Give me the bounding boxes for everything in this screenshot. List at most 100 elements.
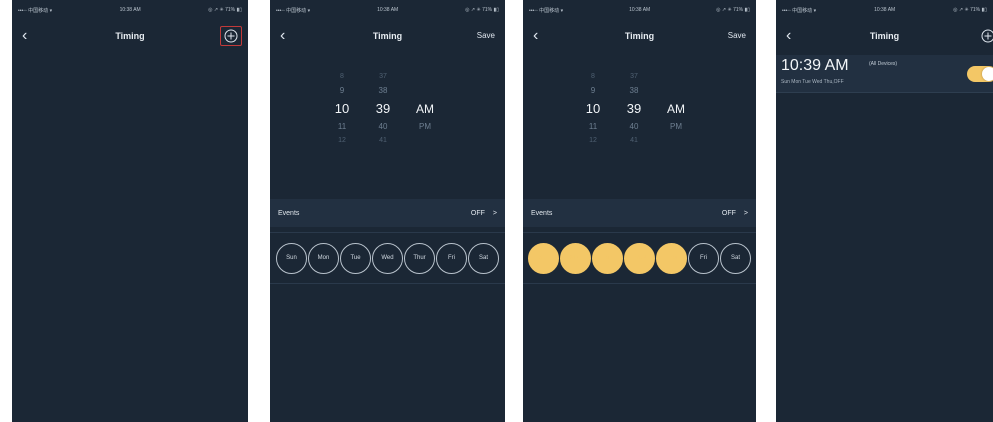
save-button[interactable]: Save — [477, 31, 495, 40]
carrier-label: •••◦◦ 中国移动 ▾ — [276, 7, 311, 14]
minute-option: 40 — [629, 122, 639, 131]
day-toggle-tue[interactable]: Tue — [592, 242, 623, 274]
chevron-right-icon: > — [492, 209, 497, 217]
minute-wheel[interactable]: 37 38 39 40 41 — [619, 70, 649, 148]
events-value: OFF — [721, 209, 736, 217]
page-title: Timing — [115, 31, 145, 41]
ampm-option: PM — [419, 122, 431, 131]
minute-option: 37 — [379, 73, 387, 80]
battery-label: ◎ ↗ ✳ 71% ▮▯ — [716, 7, 750, 13]
hour-option: 9 — [590, 86, 596, 95]
page-title: Timing — [624, 31, 655, 41]
minute-option: 38 — [629, 86, 639, 95]
carrier-label: •••◦◦ 中国移动 ▾ — [782, 7, 817, 14]
day-toggle-fri[interactable]: Fri — [688, 242, 719, 274]
minute-option: 41 — [379, 137, 387, 144]
ampm-wheel[interactable]: AM PM — [661, 98, 691, 134]
minute-option: 38 — [378, 86, 388, 95]
ampm-selected: AM — [416, 102, 434, 116]
screen-timing-edit-days: •••◦◦ 中国移动 ▾ 10:38 AM ◎ ↗ ✳ 71% ▮▯ ‹ Tim… — [523, 0, 756, 422]
carrier-label: •••◦◦ 中国移动 ▾ — [18, 7, 53, 14]
back-chevron-icon[interactable]: ‹ — [786, 26, 791, 46]
minute-option: 40 — [378, 122, 388, 131]
screen-timing-empty: •••◦◦ 中国移动 ▾ 10:38 AM ◎ ↗ ✳ 71% ▮▯ ‹ Tim… — [12, 0, 248, 422]
battery-label: ◎ ↗ ✳ 71% ▮▯ — [465, 7, 499, 13]
minute-wheel[interactable]: 37 38 39 40 41 — [368, 70, 398, 148]
status-bar: •••◦◦ 中国移动 ▾ 10:38 AM ◎ ↗ ✳ 71% ▮▯ — [12, 0, 248, 20]
timer-summary: Sun Mon Tue Wed Thu,OFF — [781, 79, 844, 85]
nav-bar: ‹ Timing Save — [270, 22, 505, 50]
day-toggle-wed[interactable]: Wed — [372, 242, 403, 274]
day-toggle-sun[interactable]: Sun — [528, 242, 559, 274]
events-value: OFF — [470, 209, 485, 217]
status-time: 10:38 AM — [874, 7, 896, 13]
page-title: Timing — [869, 31, 900, 41]
day-toggle-sat[interactable]: Sat — [468, 242, 499, 274]
day-toggle-fri[interactable]: Fri — [436, 242, 467, 274]
status-time: 10:38 AM — [119, 7, 141, 13]
day-toggle-mon[interactable]: Mon — [308, 242, 339, 274]
hour-selected: 10 — [585, 101, 601, 116]
hour-option: 8 — [340, 73, 344, 80]
timer-list-item[interactable]: 10:39 AM (All Devices) Sun Mon Tue Wed T… — [776, 55, 993, 93]
plus-circle-icon — [981, 29, 993, 43]
status-bar: •••◦◦ 中国移动 ▾ 10:38 AM ◎ ↗ ✳ 71% ▮▯ — [270, 0, 505, 20]
carrier-label: •••◦◦ 中国移动 ▾ — [529, 7, 564, 14]
hour-option: 12 — [589, 137, 597, 144]
ampm-wheel[interactable]: AM PM — [410, 98, 440, 134]
hour-option: 11 — [337, 122, 347, 131]
timer-enable-toggle[interactable] — [967, 66, 993, 82]
status-time: 10:38 AM — [377, 7, 399, 13]
minute-selected: 39 — [375, 101, 391, 116]
hour-option: 9 — [339, 86, 345, 95]
weekday-selector: Sun Mon Tue Wed Thur Fri Sat — [523, 232, 756, 284]
add-timer-button[interactable] — [977, 26, 993, 46]
ampm-selected: AM — [667, 102, 685, 116]
events-label: Events — [278, 209, 300, 217]
minute-selected: 39 — [626, 101, 642, 116]
save-button[interactable]: Save — [728, 31, 746, 40]
weekday-selector: Sun Mon Tue Wed Thur Fri Sat — [270, 232, 505, 284]
nav-bar: ‹ Timing — [776, 22, 993, 50]
hour-option: 11 — [588, 122, 598, 131]
nav-bar: ‹ Timing Save — [523, 22, 756, 50]
screen-timing-list: •••◦◦ 中国移动 ▾ 10:38 AM ◎ ↗ ✳ 71% ▮▯ ‹ Tim… — [776, 0, 993, 422]
back-chevron-icon[interactable]: ‹ — [280, 26, 285, 46]
nav-bar: ‹ Timing — [12, 22, 248, 50]
battery-label: ◎ ↗ ✳ 71% ▮▯ — [208, 7, 242, 13]
minute-option: 41 — [630, 137, 638, 144]
hour-wheel[interactable]: 8 9 10 11 12 — [327, 70, 357, 148]
hour-selected: 10 — [334, 101, 350, 116]
events-row[interactable]: Events OFF > — [270, 199, 505, 227]
toggle-knob — [982, 67, 993, 81]
back-chevron-icon[interactable]: ‹ — [22, 26, 27, 46]
timer-scope: (All Devices) — [869, 61, 898, 67]
day-toggle-thur[interactable]: Thur — [656, 242, 687, 274]
page-title: Timing — [372, 31, 403, 41]
events-label: Events — [531, 209, 553, 217]
timer-time: 10:39 AM — [781, 57, 849, 74]
chevron-right-icon: > — [743, 209, 748, 217]
plus-circle-icon — [224, 29, 238, 43]
hour-option: 8 — [591, 73, 595, 80]
day-toggle-sat[interactable]: Sat — [720, 242, 751, 274]
minute-option: 37 — [630, 73, 638, 80]
status-time: 10:38 AM — [629, 7, 651, 13]
screen-timing-edit: •••◦◦ 中国移动 ▾ 10:38 AM ◎ ↗ ✳ 71% ▮▯ ‹ Tim… — [270, 0, 505, 422]
day-toggle-mon[interactable]: Mon — [560, 242, 591, 274]
add-timer-button[interactable] — [220, 26, 242, 46]
status-bar: •••◦◦ 中国移动 ▾ 10:38 AM ◎ ↗ ✳ 71% ▮▯ — [523, 0, 756, 20]
back-chevron-icon[interactable]: ‹ — [533, 26, 538, 46]
events-row[interactable]: Events OFF > — [523, 199, 756, 227]
time-picker[interactable]: 8 9 10 11 12 37 38 39 40 41 AM PM — [270, 70, 505, 180]
day-toggle-tue[interactable]: Tue — [340, 242, 371, 274]
status-bar: •••◦◦ 中国移动 ▾ 10:38 AM ◎ ↗ ✳ 71% ▮▯ — [776, 0, 993, 20]
time-picker[interactable]: 8 9 10 11 12 37 38 39 40 41 AM PM — [523, 70, 756, 180]
day-toggle-thur[interactable]: Thur — [404, 242, 435, 274]
battery-label: ◎ ↗ ✳ 71% ▮▯ — [953, 7, 987, 13]
day-toggle-sun[interactable]: Sun — [276, 242, 307, 274]
hour-wheel[interactable]: 8 9 10 11 12 — [578, 70, 608, 148]
hour-option: 12 — [338, 137, 346, 144]
day-toggle-wed[interactable]: Wed — [624, 242, 655, 274]
ampm-option: PM — [670, 122, 682, 131]
